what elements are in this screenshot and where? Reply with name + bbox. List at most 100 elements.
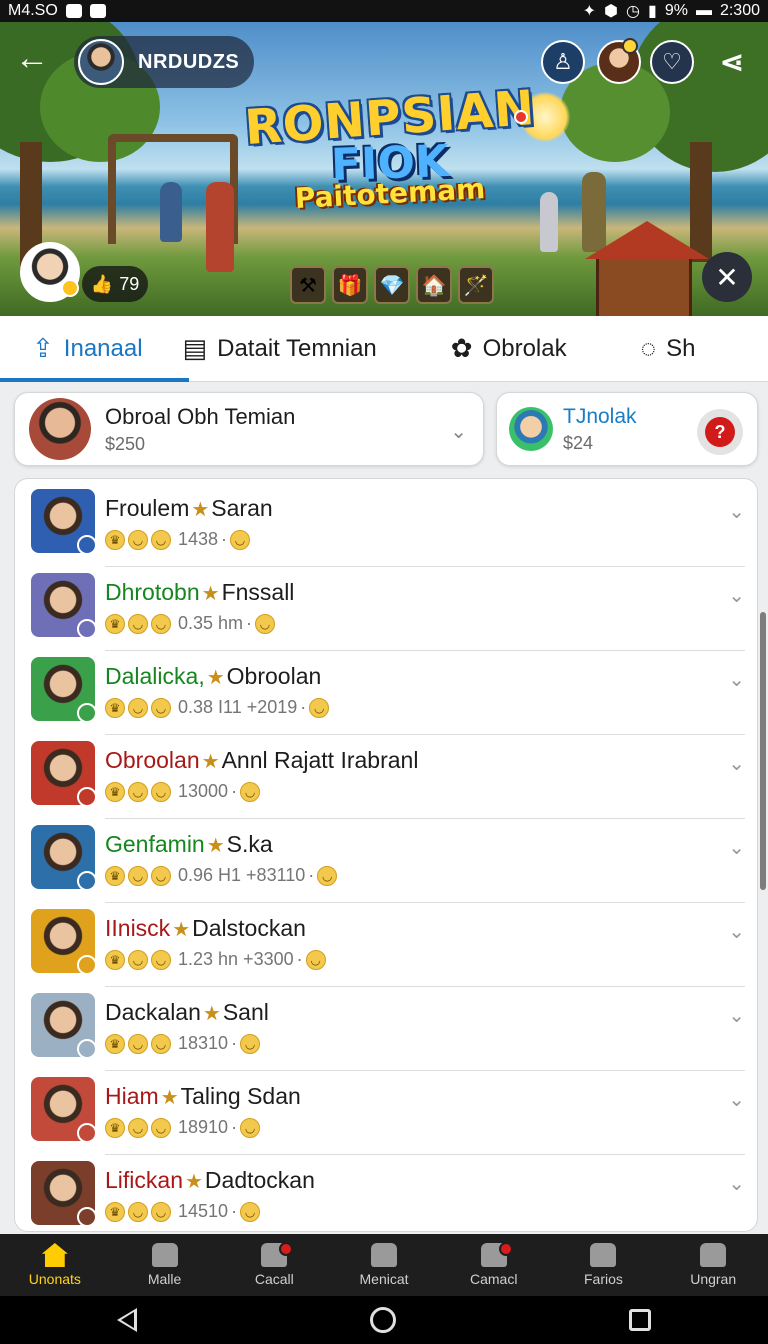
list-item-subject: Taling Sdan xyxy=(180,1083,301,1109)
list-item-name: Genfamin xyxy=(105,831,205,857)
crown-emoji-icon: ♛ xyxy=(105,865,125,886)
list-item-stats: 14510 xyxy=(178,1201,229,1221)
tab-datait-temnian[interactable]: ▤ Datait Temnian xyxy=(143,316,377,381)
list-item-avatar xyxy=(31,489,95,553)
list-item[interactable]: Genfamin ★S.ka ♛ ◡ ◡ 0.96 H1 +83110 · ◡ ⌄ xyxy=(15,819,757,903)
action-button[interactable]: ✕ xyxy=(702,252,752,302)
nav-item-farios[interactable]: Farios xyxy=(549,1234,659,1296)
wink-emoji-icon: ◡ xyxy=(240,1117,261,1138)
status-badge-icon xyxy=(77,955,95,973)
chevron-down-icon[interactable]: ⌄ xyxy=(728,751,745,776)
chevron-down-icon[interactable]: ⌄ xyxy=(728,835,745,860)
player-avatar[interactable] xyxy=(20,242,80,302)
back-nav-icon[interactable] xyxy=(116,1308,137,1332)
location-icon: ⬢ xyxy=(604,3,619,20)
swap-icon: ✕ xyxy=(715,261,739,293)
home-nav-icon[interactable] xyxy=(369,1307,396,1333)
share-button[interactable]: ⋖ xyxy=(710,40,754,84)
chevron-down-icon[interactable]: ⌄ xyxy=(728,919,745,944)
alarm-icon: ◷ xyxy=(626,3,641,20)
item-slot-4[interactable]: 🏠 xyxy=(416,266,452,304)
list-item-name: Dalalicka, xyxy=(105,663,205,689)
status-badge-icon xyxy=(77,1123,95,1141)
chevron-down-icon[interactable]: ⌄ xyxy=(728,1003,745,1028)
nav-item-menicat[interactable]: Menicat xyxy=(329,1234,439,1296)
list-item[interactable]: Lifickan ★Dadtockan ♛ ◡ ◡ 14510 · ◡ ⌄ xyxy=(15,1155,757,1231)
wink-emoji-icon: ◡ xyxy=(309,697,330,718)
recents-nav-icon[interactable] xyxy=(629,1309,652,1331)
nav-item-cacall[interactable]: Cacall xyxy=(219,1234,329,1296)
item-slot-1[interactable]: ⚒ xyxy=(290,266,326,304)
user-chip[interactable]: NRDUDZS xyxy=(74,36,254,88)
list-item-name: Dackalan xyxy=(105,999,201,1025)
nav-item-malle[interactable]: Malle xyxy=(110,1234,220,1296)
gift-icon: 🎁 xyxy=(337,274,363,297)
star-icon: ★ xyxy=(206,667,225,689)
back-arrow-icon[interactable]: ← xyxy=(14,40,50,76)
tab-obrolak[interactable]: ✿ Obrolak xyxy=(377,316,567,381)
chevron-down-icon[interactable]: ⌄ xyxy=(450,419,467,444)
username: NRDUDZS xyxy=(138,50,240,73)
star-icon: ★ xyxy=(172,919,191,941)
chevron-down-icon[interactable]: ⌄ xyxy=(728,1171,745,1196)
chevron-down-icon[interactable]: ⌄ xyxy=(728,583,745,608)
list-item[interactable]: Dhrotobn ★Fnssall ♛ ◡ ◡ 0.35 hm · ◡ ⌄ xyxy=(15,567,757,651)
nav-item-unonats[interactable]: Unonats xyxy=(0,1234,110,1296)
wink-emoji-icon: ◡ xyxy=(230,529,251,550)
tab-label: Datait Temnian xyxy=(217,334,377,362)
grin-emoji-icon: ◡ xyxy=(151,949,171,970)
item-slot-3[interactable]: 💎 xyxy=(374,266,410,304)
list-item-meta: ♛ ◡ ◡ 18310 · ◡ xyxy=(105,1033,261,1054)
nav-item-camacl[interactable]: Camacl xyxy=(439,1234,549,1296)
list-item-name: IInisck xyxy=(105,915,171,941)
list-item-meta: ♛ ◡ ◡ 1.23 hn +3300 · ◡ xyxy=(105,949,326,970)
list-item-stats: 18910 xyxy=(178,1117,229,1137)
list-item[interactable]: Dalalicka, ★Obroolan ♛ ◡ ◡ 0.38 I11 +2019 · ◡ ⌄ xyxy=(15,651,757,735)
secondary-summary-card[interactable]: TJnolak $24 ? xyxy=(496,392,758,466)
player-badge-icon xyxy=(61,279,79,297)
crown-emoji-icon: ♛ xyxy=(105,613,125,634)
grin-emoji-icon: ◡ xyxy=(151,529,171,550)
list-item[interactable]: Dackalan ★Sanl ♛ ◡ ◡ 18310 · ◡ ⌄ xyxy=(15,987,757,1071)
smile-emoji-icon: ◡ xyxy=(128,1033,148,1054)
tab-label: Inanaal xyxy=(63,334,143,362)
star-icon: ★ xyxy=(191,499,210,521)
list-item[interactable]: Hiam ★Taling Sdan ♛ ◡ ◡ 18910 · ◡ ⌄ xyxy=(15,1071,757,1155)
list-item[interactable]: Froulem ★Saran ♛ ◡ ◡ 1438 · ◡ ⌄ xyxy=(15,483,757,567)
item-slot-5[interactable]: 🪄 xyxy=(458,266,494,304)
list-item-avatar xyxy=(31,1077,95,1141)
list-item-avatar xyxy=(31,741,95,805)
status-badge-icon xyxy=(77,703,95,721)
battery-percent: 9% xyxy=(664,2,688,19)
likes-chip[interactable]: 👍 79 xyxy=(82,266,148,302)
chevron-down-icon[interactable]: ⌄ xyxy=(728,499,745,524)
star-icon: ★ xyxy=(202,1003,221,1025)
share-icon: ⋖ xyxy=(719,45,745,79)
separator: · xyxy=(300,697,307,717)
primary-summary-card[interactable]: Obroal Obh Temian $250 ⌄ xyxy=(14,392,484,466)
grin-emoji-icon: ◡ xyxy=(151,697,171,718)
profile-button[interactable]: ♙ xyxy=(541,40,585,84)
list-item-avatar xyxy=(31,573,95,637)
nav-icon xyxy=(590,1243,617,1267)
chevron-down-icon[interactable]: ⌄ xyxy=(728,667,745,692)
heart-button[interactable]: ♡ xyxy=(650,40,694,84)
wink-emoji-icon: ◡ xyxy=(240,781,261,802)
friend-badge-icon xyxy=(622,38,638,54)
tab-sh[interactable]: ◌ Sh xyxy=(567,316,696,381)
item-slot-2[interactable]: 🎁 xyxy=(332,266,368,304)
list-item[interactable]: Obroolan ★Annl Rajatt Irabranl ♛ ◡ ◡ 13000 · ◡ ⌄ xyxy=(15,735,757,819)
list-item[interactable]: IInisck ★Dalstockan ♛ ◡ ◡ 1.23 hn +3300 · ◡ ⌄ xyxy=(15,903,757,987)
nav-item-ungran[interactable]: Ungran xyxy=(658,1234,768,1296)
list-item-meta: ♛ ◡ ◡ 0.96 H1 +83110 · ◡ xyxy=(105,865,338,886)
scrollbar[interactable] xyxy=(760,612,766,890)
list-item-name: Froulem xyxy=(105,495,190,521)
nav-label: Farios xyxy=(584,1271,623,1287)
help-button[interactable]: ? xyxy=(697,409,743,455)
smile-emoji-icon: ◡ xyxy=(128,613,148,634)
smile-emoji-icon: ◡ xyxy=(128,697,148,718)
list-item-name: Hiam xyxy=(105,1083,159,1109)
list-item-meta: ♛ ◡ ◡ 14510 · ◡ xyxy=(105,1201,261,1222)
tab-inanaal[interactable]: ⇪ Inanaal xyxy=(0,316,143,381)
chevron-down-icon[interactable]: ⌄ xyxy=(728,1087,745,1112)
